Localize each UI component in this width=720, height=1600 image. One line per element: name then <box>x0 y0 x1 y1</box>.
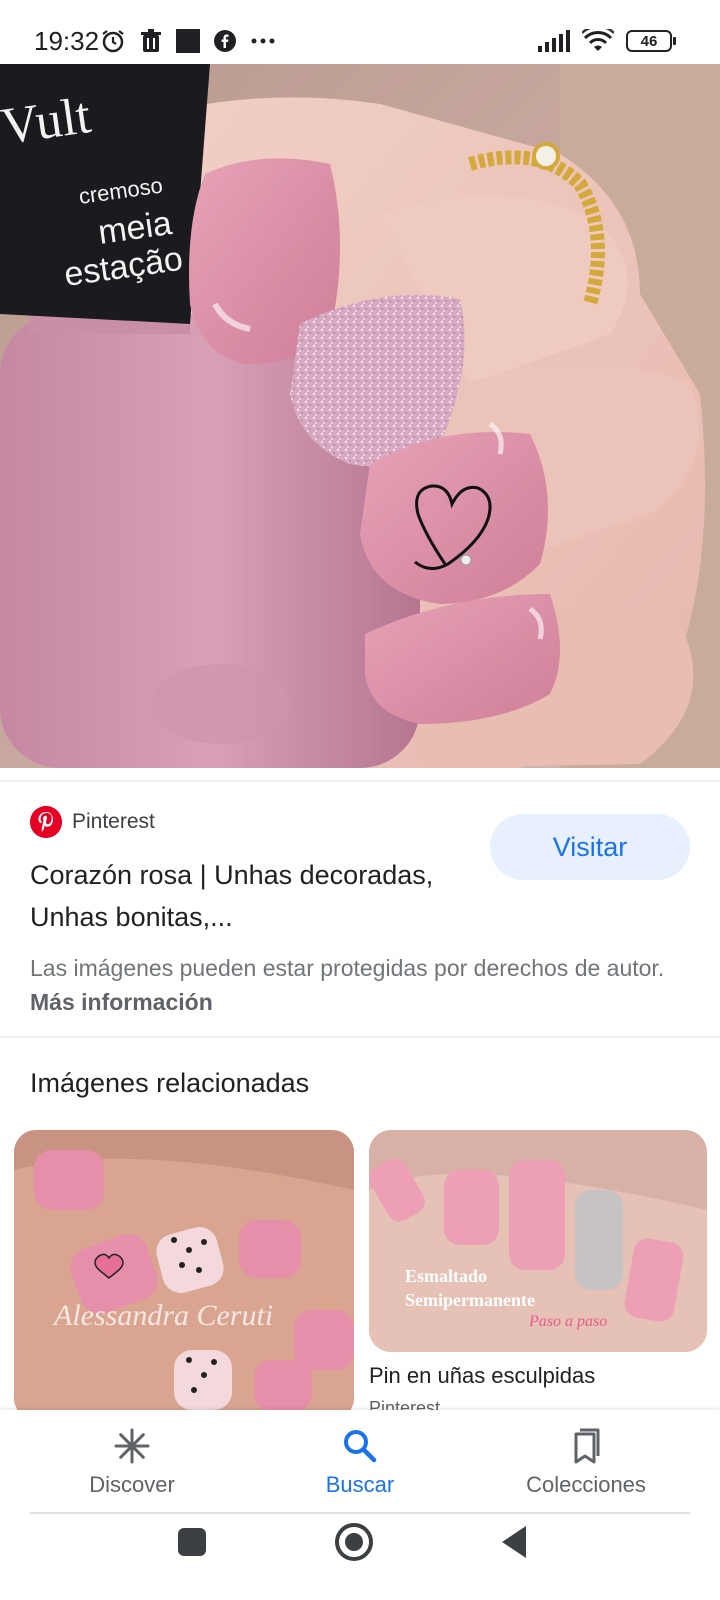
system-navigation-bar <box>0 1514 720 1600</box>
asterisk-icon <box>114 1428 150 1464</box>
back-icon[interactable] <box>498 1524 530 1560</box>
collections-icon <box>574 1428 600 1464</box>
overlay-line3: Paso a paso <box>528 1313 607 1330</box>
system-icons: 46 <box>538 26 676 56</box>
related-heading: Imágenes relacionadas <box>30 1068 310 1098</box>
source-name: Pinterest <box>72 810 155 833</box>
overlay-line1: Esmaltado <box>405 1266 487 1286</box>
overlay-line2: Semipermanente <box>405 1290 535 1310</box>
more-icon <box>251 38 275 44</box>
watermark-text: Alessandra Ceruti <box>52 1299 273 1332</box>
recents-icon[interactable] <box>176 1526 208 1558</box>
alarm-icon <box>102 30 124 53</box>
more-info-link[interactable]: Más información <box>30 989 213 1015</box>
visit-button[interactable]: Visitar <box>490 814 690 880</box>
nav-colecciones[interactable]: Colecciones <box>486 1426 686 1498</box>
divider <box>0 780 720 782</box>
copyright-notice: Las imágenes pueden estar protegidas por… <box>30 951 700 1019</box>
related-image-1[interactable]: Alessandra Ceruti <box>14 1130 354 1420</box>
nav-buscar-label: Buscar <box>325 1472 395 1497</box>
facebook-icon <box>214 30 236 52</box>
pinterest-logo-icon <box>30 806 62 838</box>
source-row[interactable]: Pinterest <box>30 806 155 838</box>
nail-photo: Vult cremoso meia estação <box>0 64 720 768</box>
status-bar: 19:32 46 <box>0 0 720 64</box>
page-title[interactable]: Corazón rosa | Unhas decoradas, Unhas bo… <box>30 854 470 938</box>
nav-discover-label: Discover <box>89 1472 175 1497</box>
trash-icon <box>141 29 161 52</box>
square-icon <box>176 29 200 53</box>
nav-buscar[interactable]: Buscar <box>260 1426 460 1498</box>
related-image-2[interactable]: Esmaltado Semipermanente Paso a paso <box>369 1130 707 1352</box>
notification-icons <box>100 26 276 56</box>
battery-icon: 46 <box>626 30 676 52</box>
related-caption[interactable]: Pin en uñas esculpidas <box>369 1363 595 1389</box>
nav-colecciones-label: Colecciones <box>526 1472 646 1497</box>
notice-text: Las imágenes pueden estar protegidas por… <box>30 955 665 981</box>
status-time: 19:32 <box>34 26 100 56</box>
home-icon[interactable] <box>334 1522 374 1562</box>
divider <box>0 1036 720 1038</box>
search-icon <box>344 1430 377 1463</box>
bottom-nav: Discover Buscar Colecciones <box>0 1410 720 1516</box>
nav-discover[interactable]: Discover <box>32 1426 232 1498</box>
hero-image[interactable]: Vult cremoso meia estação <box>0 64 720 768</box>
signal-icon <box>538 30 570 52</box>
wifi-icon <box>582 29 614 51</box>
